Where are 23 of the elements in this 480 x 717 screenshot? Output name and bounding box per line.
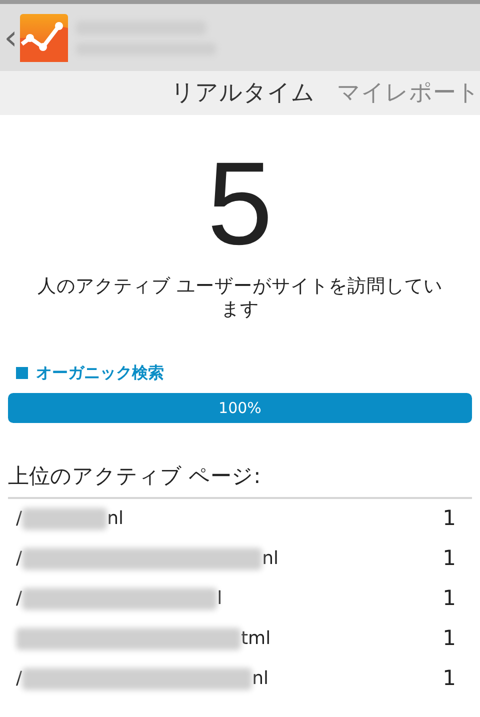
page-count: 1 bbox=[442, 625, 456, 652]
page-path-end: nl bbox=[262, 547, 278, 572]
page-count: 1 bbox=[442, 585, 456, 612]
page-path-end: tml bbox=[241, 627, 271, 652]
page-count: 1 bbox=[442, 505, 456, 532]
page-path-start: / bbox=[16, 547, 22, 572]
page-path-end: l bbox=[217, 587, 222, 612]
active-user-count: 5 bbox=[206, 145, 274, 263]
page-path-start: / bbox=[16, 667, 22, 692]
active-users-caption: 人のアクティブ ユーザーがサイトを訪問しています bbox=[36, 275, 444, 322]
app-logo-icon bbox=[20, 14, 68, 62]
tab[interactable]: マイレポート bbox=[315, 76, 480, 110]
back-button[interactable]: ‹ bbox=[4, 20, 18, 54]
progress-reading: 100% bbox=[218, 398, 262, 420]
page-path-end: nl bbox=[252, 667, 268, 692]
legend-label: オーガニック検索 bbox=[36, 362, 164, 384]
page-count: 1 bbox=[442, 545, 456, 572]
page-path-start: / bbox=[16, 587, 22, 612]
page-path-start: / bbox=[16, 507, 22, 532]
page-count: 1 bbox=[442, 665, 456, 692]
page-path-end: nl bbox=[107, 507, 124, 532]
section-title: 上位のアクティブ ページ: bbox=[8, 461, 472, 499]
tab[interactable]: リアルタイム bbox=[149, 76, 315, 110]
